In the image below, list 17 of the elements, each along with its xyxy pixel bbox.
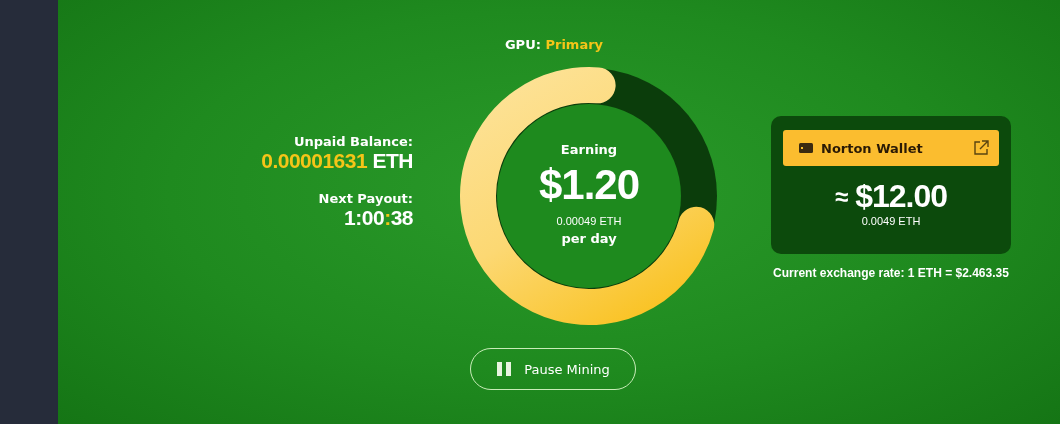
balance-value: 0.00001631 ETH xyxy=(261,149,413,173)
approx-sign: ≈ xyxy=(834,182,848,211)
earning-eth: 0.00049 ETH xyxy=(556,215,622,227)
wallet-amount: $12.00 xyxy=(855,178,947,215)
exchange-rate: Current exchange rate: 1 ETH = $2.463.35 xyxy=(773,266,1009,280)
earning-period: per day xyxy=(561,231,617,246)
gpu-label: GPU: Primary xyxy=(504,37,604,52)
pause-icon xyxy=(496,361,513,377)
payout-timer: 1:00:38 xyxy=(344,206,413,230)
wallet-icon xyxy=(799,143,813,153)
wallet-button[interactable]: Norton Wallet xyxy=(783,130,999,166)
external-link-icon[interactable] xyxy=(973,140,989,156)
wallet-eth: 0.0049 ETH xyxy=(861,215,921,227)
earning-label: Earning xyxy=(560,142,618,157)
balance-label: Unpaid Balance: xyxy=(293,134,413,149)
payout-label: Next Payout: xyxy=(318,191,413,206)
earning-amount: $1.20 xyxy=(538,161,640,209)
